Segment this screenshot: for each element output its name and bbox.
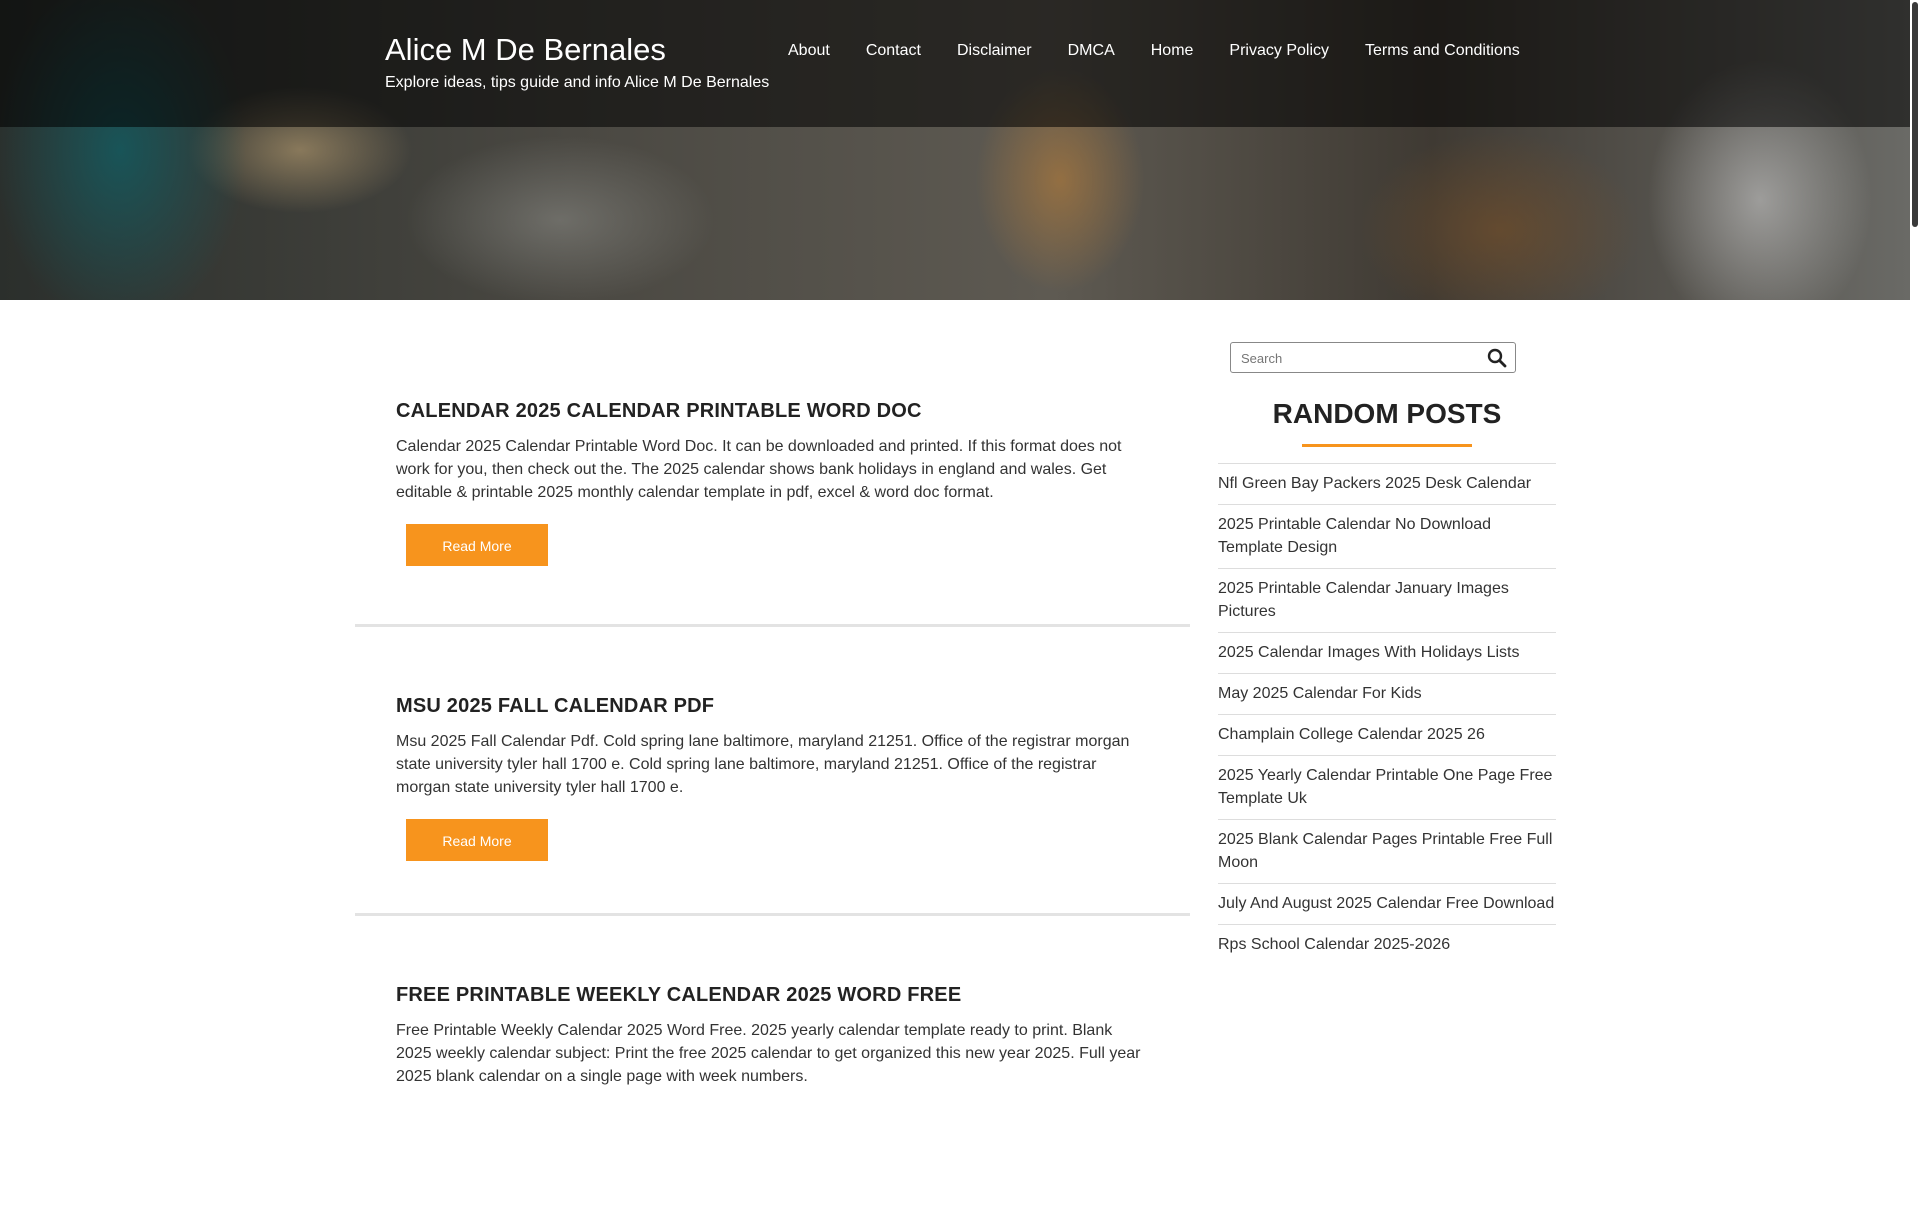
- random-post-link[interactable]: July And August 2025 Calendar Free Downl…: [1218, 884, 1556, 925]
- main-nav: About Contact Disclaimer DMCA Home Priva…: [770, 42, 1538, 60]
- random-post-link[interactable]: 2025 Calendar Images With Holidays Lists: [1218, 633, 1556, 674]
- nav-contact[interactable]: Contact: [848, 42, 939, 60]
- header-bar: [0, 0, 1910, 127]
- nav-about[interactable]: About: [770, 42, 848, 60]
- random-post-link[interactable]: Rps School Calendar 2025-2026: [1218, 925, 1556, 965]
- random-post-link[interactable]: 2025 Printable Calendar January Images P…: [1218, 569, 1556, 633]
- nav-disclaimer[interactable]: Disclaimer: [939, 42, 1050, 60]
- post-excerpt: Calendar 2025 Calendar Printable Word Do…: [396, 438, 1122, 501]
- search-box: [1230, 342, 1516, 374]
- post-item: MSU 2025 FALL CALENDAR PDF Msu 2025 Fall…: [355, 627, 1190, 916]
- random-posts-list: Nfl Green Bay Packers 2025 Desk Calendar…: [1218, 463, 1556, 965]
- post-title[interactable]: FREE PRINTABLE WEEKLY CALENDAR 2025 WORD…: [396, 984, 1150, 1007]
- scrollbar-thumb[interactable]: [1912, 2, 1918, 227]
- random-posts-title: RANDOM POSTS: [1272, 398, 1502, 429]
- post-excerpt: Msu 2025 Fall Calendar Pdf. Cold spring …: [396, 733, 1130, 796]
- post-item: CALENDAR 2025 CALENDAR PRINTABLE WORD DO…: [355, 300, 1190, 627]
- post-list: CALENDAR 2025 CALENDAR PRINTABLE WORD DO…: [355, 300, 1190, 1216]
- nav-terms-and-conditions[interactable]: Terms and Conditions: [1347, 42, 1538, 60]
- post-item: FREE PRINTABLE WEEKLY CALENDAR 2025 WORD…: [355, 916, 1190, 1216]
- nav-dmca[interactable]: DMCA: [1050, 42, 1133, 60]
- site-tagline: Explore ideas, tips guide and info Alice…: [385, 74, 770, 91]
- magnifier-icon[interactable]: [1487, 348, 1507, 368]
- search-input[interactable]: [1231, 343, 1493, 374]
- site-title[interactable]: Alice M De Bernales: [385, 32, 666, 68]
- random-post-link[interactable]: May 2025 Calendar For Kids: [1218, 674, 1556, 715]
- post-title[interactable]: CALENDAR 2025 CALENDAR PRINTABLE WORD DO…: [396, 400, 1150, 423]
- random-post-link[interactable]: 2025 Printable Calendar No Download Temp…: [1218, 505, 1556, 569]
- post-excerpt: Free Printable Weekly Calendar 2025 Word…: [396, 1022, 1141, 1085]
- random-post-link[interactable]: Champlain College Calendar 2025 26: [1218, 715, 1556, 756]
- header-hero: Alice M De Bernales Explore ideas, tips …: [0, 0, 1910, 300]
- post-title[interactable]: MSU 2025 FALL CALENDAR PDF: [396, 695, 1150, 718]
- nav-privacy-policy[interactable]: Privacy Policy: [1211, 42, 1347, 60]
- random-post-link[interactable]: Nfl Green Bay Packers 2025 Desk Calendar: [1218, 464, 1556, 505]
- title-underline: [1302, 444, 1472, 447]
- random-post-link[interactable]: 2025 Blank Calendar Pages Printable Free…: [1218, 820, 1556, 884]
- nav-home[interactable]: Home: [1133, 42, 1212, 60]
- page-scrollbar[interactable]: [1910, 0, 1920, 1080]
- read-more-button[interactable]: Read More: [406, 819, 548, 861]
- sidebar: RANDOM POSTS Nfl Green Bay Packers 2025 …: [1218, 342, 1556, 965]
- read-more-button[interactable]: Read More: [406, 524, 548, 566]
- random-post-link[interactable]: 2025 Yearly Calendar Printable One Page …: [1218, 756, 1556, 820]
